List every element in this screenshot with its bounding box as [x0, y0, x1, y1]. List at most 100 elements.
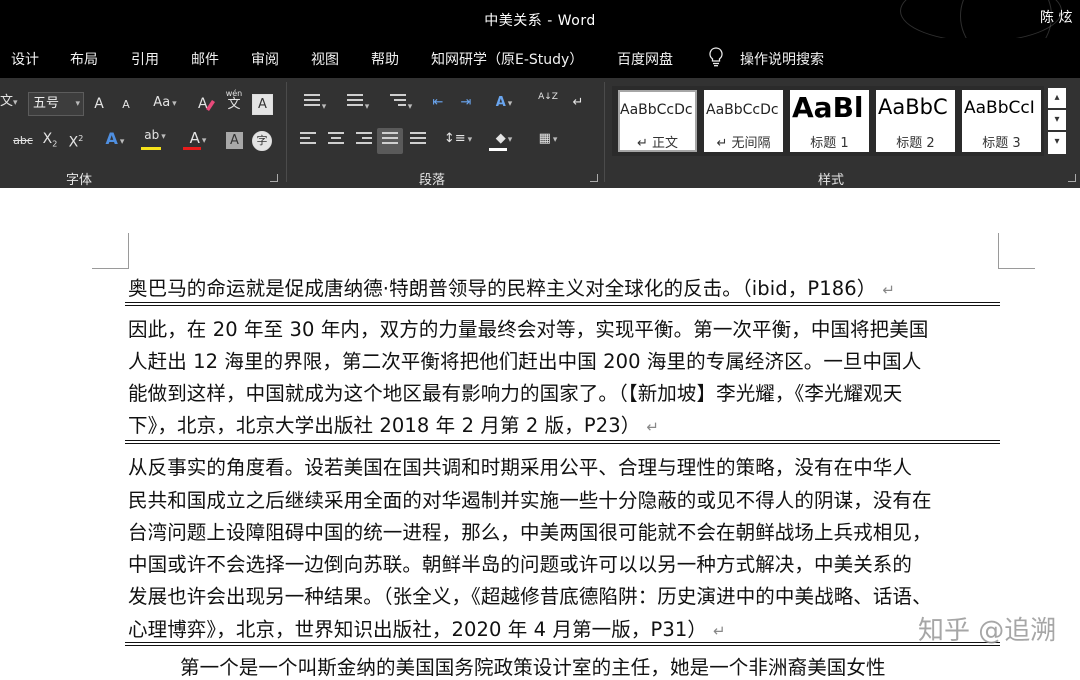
style-heading-3[interactable]: AaBbCcI 标题 3: [962, 90, 1041, 152]
chevron-down-icon: ▾: [1054, 114, 1060, 125]
styles-dialog-launcher-icon[interactable]: [1068, 174, 1076, 182]
paragraph-mark-icon: ↵: [882, 281, 895, 299]
character-border-button[interactable]: A: [252, 94, 273, 115]
font-dialog-launcher-icon[interactable]: [270, 174, 278, 182]
font-name-dropdown[interactable]: 文▾: [0, 93, 22, 112]
tab-review[interactable]: 审阅: [251, 49, 279, 69]
margin-corner-mark: [998, 233, 999, 268]
sort-button[interactable]: A↓Z: [538, 92, 558, 102]
sort-icon: A↓Z: [538, 92, 558, 102]
font-color-swatch: [183, 147, 201, 150]
style-name: ↵ 正文: [636, 136, 679, 151]
style-normal[interactable]: AaBbCcDc ↵ 正文: [618, 90, 697, 152]
watermark: 知乎 @追溯: [918, 616, 1057, 646]
style-heading-1[interactable]: AaBl 标题 1: [790, 90, 869, 152]
doc-line: 奥巴马的命运就是促成唐纳德·特朗普领导的民粹主义对全球化的反击。（ibid，P1…: [128, 272, 895, 301]
chevron-up-icon: ▴: [1054, 92, 1060, 103]
enclose-char-icon: 字: [256, 134, 268, 147]
superscript-icon: X: [68, 134, 79, 151]
shrink-font-icon: A: [122, 98, 130, 111]
bullets-button[interactable]: [298, 94, 332, 116]
paragraph-border: [125, 302, 1000, 306]
paragraph-mark-icon: ↵: [646, 418, 660, 436]
ribbon-tabs: 设计 布局 引用 邮件 审阅 视图 帮助 知网研学（原E-Study） 百度网盘…: [0, 38, 1080, 78]
distributed-button[interactable]: [408, 132, 428, 152]
align-left-icon: [300, 132, 316, 147]
subscript-icon: X: [42, 131, 53, 147]
change-case-icon: Aa: [153, 95, 171, 110]
style-sample: AaBbCcI: [964, 98, 1035, 118]
font-size-dropdown[interactable]: 五号: [28, 92, 84, 116]
style-heading-2[interactable]: AaBbC 标题 2: [876, 90, 955, 152]
style-no-spacing[interactable]: AaBbCcDc ↵ 无间隔: [704, 90, 783, 152]
lightbulb-icon[interactable]: [708, 47, 724, 71]
shading-color-swatch: [489, 148, 507, 151]
svg-text:A: A: [198, 96, 208, 112]
tab-cnki-estudy[interactable]: 知网研学（原E-Study）: [431, 49, 583, 69]
tell-me-search[interactable]: 操作说明搜索: [740, 49, 824, 69]
gallery-scroll-up[interactable]: ▴: [1048, 88, 1066, 108]
clear-formatting-button[interactable]: A: [196, 93, 218, 119]
align-center-button[interactable]: [326, 132, 346, 152]
paragraph-border: [125, 642, 1000, 646]
paragraph-group-label: 段落: [419, 173, 446, 188]
style-sample: AaBbCcDc: [706, 102, 779, 118]
tab-mailings[interactable]: 邮件: [191, 49, 219, 69]
shrink-font-button[interactable]: A: [117, 96, 135, 114]
decrease-indent-button[interactable]: ⇤: [428, 94, 448, 112]
char-border-icon: A: [258, 97, 267, 112]
style-sample: AaBbC: [878, 95, 948, 119]
show-marks-button[interactable]: ↵: [568, 94, 588, 112]
strikethrough-icon: abc: [13, 134, 33, 147]
highlight-color-button[interactable]: ab: [138, 126, 172, 146]
highlight-color-swatch: [141, 147, 161, 150]
numbering-button[interactable]: [341, 94, 375, 116]
margin-corner-mark: [998, 268, 1035, 269]
tab-references[interactable]: 引用: [131, 49, 159, 69]
tab-design[interactable]: 设计: [11, 49, 39, 69]
gallery-scroll-down[interactable]: ▾: [1048, 110, 1066, 130]
expand-more-icon: ▾: [1054, 136, 1060, 147]
paragraph-dialog-launcher-icon[interactable]: [590, 174, 598, 182]
subscript-button[interactable]: X2: [40, 130, 60, 154]
subscript-mark: 2: [52, 139, 58, 149]
grow-font-button[interactable]: A: [90, 95, 108, 114]
styles-group-label: 样式: [818, 173, 845, 188]
multilevel-list-button[interactable]: [384, 94, 418, 116]
text-effects-button[interactable]: A: [100, 130, 130, 151]
chinese-layout-button[interactable]: A: [486, 94, 522, 113]
title-bar: 中美关系 - Word 陈 炫: [0, 0, 1080, 62]
align-left-button[interactable]: [298, 132, 318, 152]
grow-font-icon: A: [94, 96, 104, 112]
doc-text: 下》，北京，北京大学出版社 2018 年 2 月第 2 版，P23）: [128, 414, 641, 437]
phonetic-guide-button[interactable]: wén 文: [224, 88, 244, 111]
borders-icon: ▦: [538, 131, 551, 146]
doc-line: 民共和国成立之后继续采用全面的对华遏制并实施一些十分隐蔽的或见不得人的阴谋，没有…: [128, 489, 932, 512]
increase-indent-button[interactable]: ⇥: [456, 94, 476, 112]
superscript-button[interactable]: X2: [66, 130, 86, 152]
enclose-characters-button[interactable]: 字: [252, 131, 272, 151]
doc-line: 从反事实的角度看。设若美国在国共调和时期采用公平、合理与理性的策略，没有在中华人: [128, 456, 913, 479]
character-shading-button[interactable]: A: [226, 132, 243, 149]
decrease-indent-icon: ⇤: [432, 95, 444, 110]
style-name: 标题 3: [982, 136, 1021, 151]
change-case-button[interactable]: Aa: [148, 94, 182, 113]
tab-layout[interactable]: 布局: [70, 49, 98, 69]
styles-gallery: AaBbCcDc ↵ 正文 AaBbCcDc ↵ 无间隔 AaBl 标题 1 A…: [612, 86, 1044, 156]
clear-format-icon: A: [198, 96, 215, 112]
style-name: 标题 2: [896, 136, 935, 151]
borders-button[interactable]: ▦: [530, 130, 566, 149]
style-sample: AaBbCcDc: [620, 102, 693, 118]
line-spacing-button[interactable]: ↕≡: [440, 130, 476, 149]
strikethrough-button[interactable]: abc: [10, 132, 36, 150]
justify-button[interactable]: [377, 128, 403, 154]
tab-view[interactable]: 视图: [311, 49, 339, 69]
tab-baidu-netdisk[interactable]: 百度网盘: [617, 49, 673, 69]
gallery-more[interactable]: ▾: [1048, 132, 1066, 154]
tab-help[interactable]: 帮助: [371, 49, 399, 69]
align-right-button[interactable]: [354, 132, 374, 152]
doc-line: 中国或许不会选择一边倒向苏联。朝鲜半岛的问题或许可以以另一种方式解决，中美关系的: [128, 553, 913, 576]
shading-button[interactable]: ◆: [487, 130, 521, 149]
bullets-icon: [303, 94, 320, 109]
highlighter-icon: ab: [144, 128, 160, 142]
